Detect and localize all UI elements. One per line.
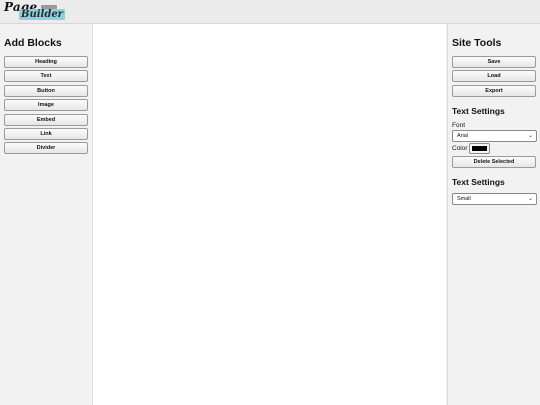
color-picker[interactable]	[469, 143, 490, 154]
font-label: Font	[452, 122, 466, 129]
add-blocks-panel: Add Blocks Heading Text Button Image Emb…	[0, 24, 93, 405]
add-button-button[interactable]: Button	[4, 85, 88, 97]
color-swatch	[472, 146, 487, 151]
add-heading-button[interactable]: Heading	[4, 56, 88, 68]
add-embed-button[interactable]: Embed	[4, 114, 88, 126]
text-size-select[interactable]: Small ⌄	[452, 193, 537, 205]
color-label: Color	[452, 145, 468, 152]
add-text-button[interactable]: Text	[4, 70, 88, 82]
add-image-button[interactable]: Image	[4, 99, 88, 111]
export-button[interactable]: Export	[452, 85, 536, 97]
text-size-select-value: Small	[457, 196, 471, 202]
font-select[interactable]: Arial ⌄	[452, 130, 537, 142]
add-divider-button[interactable]: Divider	[4, 142, 88, 154]
chevron-down-icon: ⌄	[527, 196, 533, 202]
chevron-down-icon: ⌄	[527, 133, 533, 139]
text-settings-title: Text Settings	[452, 106, 505, 116]
page-canvas[interactable]	[93, 24, 446, 405]
site-tools-title: Site Tools	[452, 37, 502, 49]
logo-text-builder: Builder	[19, 9, 65, 20]
add-blocks-title: Add Blocks	[4, 37, 62, 49]
save-button[interactable]: Save	[452, 56, 536, 68]
page-builder-logo[interactable]: Page Builder	[4, 0, 65, 22]
text-settings-title-2: Text Settings	[452, 177, 505, 187]
delete-selected-button[interactable]: Delete Selected	[452, 156, 536, 168]
font-select-value: Arial	[457, 133, 469, 139]
top-bar: Page Builder	[0, 0, 540, 24]
add-link-button[interactable]: Link	[4, 128, 88, 140]
site-tools-panel: Site Tools Save Load Export Text Setting…	[447, 24, 540, 405]
load-button[interactable]: Load	[452, 70, 536, 82]
